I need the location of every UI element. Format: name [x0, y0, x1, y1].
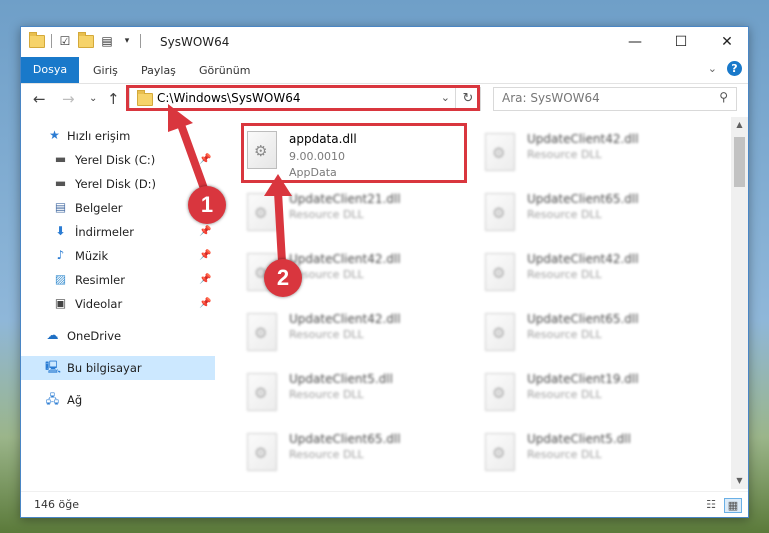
cloud-icon: ☁: [46, 328, 59, 342]
dll-file-icon: [485, 313, 515, 351]
title-bar: ☑ ▤ ▾ SysWOW64 — ☐ ✕: [21, 27, 748, 57]
ribbon-controls: ⌄ ?: [708, 61, 742, 76]
properties-icon[interactable]: ☑: [58, 34, 72, 48]
scroll-down-icon[interactable]: ▼: [731, 473, 748, 489]
scroll-up-icon[interactable]: ▲: [731, 117, 748, 133]
tab-share[interactable]: Paylaş: [141, 60, 176, 82]
recent-locations-icon[interactable]: ⌄: [89, 89, 97, 109]
search-input[interactable]: Ara: SysWOW64: [502, 91, 600, 105]
tab-file[interactable]: Dosya: [21, 57, 79, 83]
star-icon: ★: [49, 128, 60, 142]
file-highlight-box: [241, 123, 467, 183]
status-bar: 146 öğe ☷ ▦: [21, 491, 748, 517]
video-icon: ▣: [54, 296, 67, 310]
music-icon: ♪: [56, 248, 65, 262]
back-arrow-icon[interactable]: ←: [33, 89, 46, 109]
dll-file-icon: [247, 373, 277, 411]
sidebar-item-onedrive[interactable]: ☁ OneDrive: [21, 324, 215, 348]
file-item[interactable]: UpdateClient5.dll Resource DLL: [479, 425, 709, 483]
file-item[interactable]: UpdateClient42.dll Resource DLL: [241, 305, 471, 363]
details-view-icon[interactable]: ☷: [703, 498, 719, 511]
maximize-button[interactable]: ☐: [658, 27, 704, 57]
expand-ribbon-icon[interactable]: ⌄: [708, 62, 717, 75]
pin-icon[interactable]: 📌: [199, 268, 211, 292]
file-item[interactable]: UpdateClient42.dll Resource DLL: [479, 245, 709, 303]
picture-icon: ▨: [54, 272, 67, 286]
folder-icon: [29, 31, 45, 48]
step-badge-2: 2: [264, 259, 302, 297]
dll-file-icon: [485, 373, 515, 411]
toolbar-divider: [51, 34, 52, 48]
drive-icon: ▬: [54, 176, 67, 190]
document-icon: ▤: [54, 200, 67, 214]
close-button[interactable]: ✕: [704, 27, 748, 57]
file-list: appdata.dll 9.00.0010 AppData UpdateClie…: [217, 117, 731, 489]
sidebar-item-music[interactable]: ♪ Müzik 📌: [21, 244, 215, 268]
forward-arrow-icon[interactable]: →: [62, 89, 75, 109]
address-highlight-box: [126, 85, 480, 111]
navigation-pane: ★ Hızlı erişim ▬ Yerel Disk (C:) 📌 ▬ Yer…: [21, 117, 215, 489]
dll-file-icon: [247, 313, 277, 351]
dll-file-icon: [485, 433, 515, 471]
sidebar-item-local-disk-d[interactable]: ▬ Yerel Disk (D:): [21, 172, 215, 196]
sidebar-item-network[interactable]: 🖧 Ağ: [21, 388, 215, 412]
sidebar-item-downloads[interactable]: ⬇ İndirmeler 📌: [21, 220, 215, 244]
dll-file-icon: [247, 193, 277, 231]
scrollbar-thumb[interactable]: [734, 137, 745, 187]
file-item[interactable]: UpdateClient65.dll Resource DLL: [479, 185, 709, 243]
explorer-window: ☑ ▤ ▾ SysWOW64 — ☐ ✕ Dosya Giriş Paylaş …: [20, 26, 749, 518]
toolbar-divider: [140, 34, 141, 48]
vertical-scrollbar[interactable]: ▲ ▼: [731, 117, 748, 489]
quick-access-toolbar: ☑ ▤ ▾: [29, 31, 141, 48]
sidebar-item-documents[interactable]: ▤ Belgeler 📌: [21, 196, 215, 220]
help-icon[interactable]: ?: [727, 61, 742, 76]
step-badge-1: 1: [188, 186, 226, 224]
window-title: SysWOW64: [160, 35, 230, 49]
ribbon: Dosya Giriş Paylaş Görünüm ⌄ ?: [21, 57, 748, 84]
dll-file-icon: [485, 193, 515, 231]
customize-toolbar-icon[interactable]: ▤: [100, 34, 114, 48]
sidebar-item-local-disk-c[interactable]: ▬ Yerel Disk (C:) 📌: [21, 148, 215, 172]
tab-home[interactable]: Giriş: [93, 60, 118, 82]
sidebar-item-quick-access[interactable]: ★ Hızlı erişim: [21, 124, 215, 148]
file-item[interactable]: UpdateClient5.dll Resource DLL: [241, 365, 471, 423]
dll-file-icon: [485, 133, 515, 171]
drive-icon: ▬: [54, 152, 67, 166]
pin-icon[interactable]: 📌: [199, 148, 211, 172]
navigation-bar: ← → ⌄ ↑ C:\Windows\SysWOW64 ⌄ ↻ Ara: Sys…: [21, 84, 748, 114]
sidebar-item-videos[interactable]: ▣ Videolar 📌: [21, 292, 215, 316]
pin-icon[interactable]: 📌: [199, 244, 211, 268]
file-item[interactable]: UpdateClient65.dll Resource DLL: [241, 425, 471, 483]
file-item[interactable]: UpdateClient21.dll Resource DLL: [241, 185, 471, 243]
dll-file-icon: [247, 433, 277, 471]
file-item[interactable]: UpdateClient42.dll Resource DLL: [479, 125, 709, 183]
item-count: 146 öğe: [34, 498, 79, 511]
chevron-down-icon[interactable]: ▾: [120, 34, 134, 48]
search-box[interactable]: Ara: SysWOW64 ⚲: [493, 87, 737, 111]
file-item[interactable]: UpdateClient19.dll Resource DLL: [479, 365, 709, 423]
up-arrow-icon[interactable]: ↑: [107, 89, 120, 109]
tiles-view-icon[interactable]: ▦: [724, 498, 742, 513]
search-icon[interactable]: ⚲: [719, 90, 728, 104]
dll-file-icon: [485, 253, 515, 291]
tab-view[interactable]: Görünüm: [199, 60, 250, 82]
sidebar-item-pictures[interactable]: ▨ Resimler 📌: [21, 268, 215, 292]
sidebar-item-this-pc[interactable]: 🖳 Bu bilgisayar: [21, 356, 215, 380]
download-icon: ⬇: [55, 224, 66, 238]
minimize-button[interactable]: —: [612, 27, 658, 57]
new-folder-icon[interactable]: [78, 31, 94, 48]
pin-icon[interactable]: 📌: [199, 292, 211, 316]
network-icon: 🖧: [45, 392, 60, 406]
computer-icon: 🖳: [45, 360, 62, 374]
file-item[interactable]: UpdateClient65.dll Resource DLL: [479, 305, 709, 363]
